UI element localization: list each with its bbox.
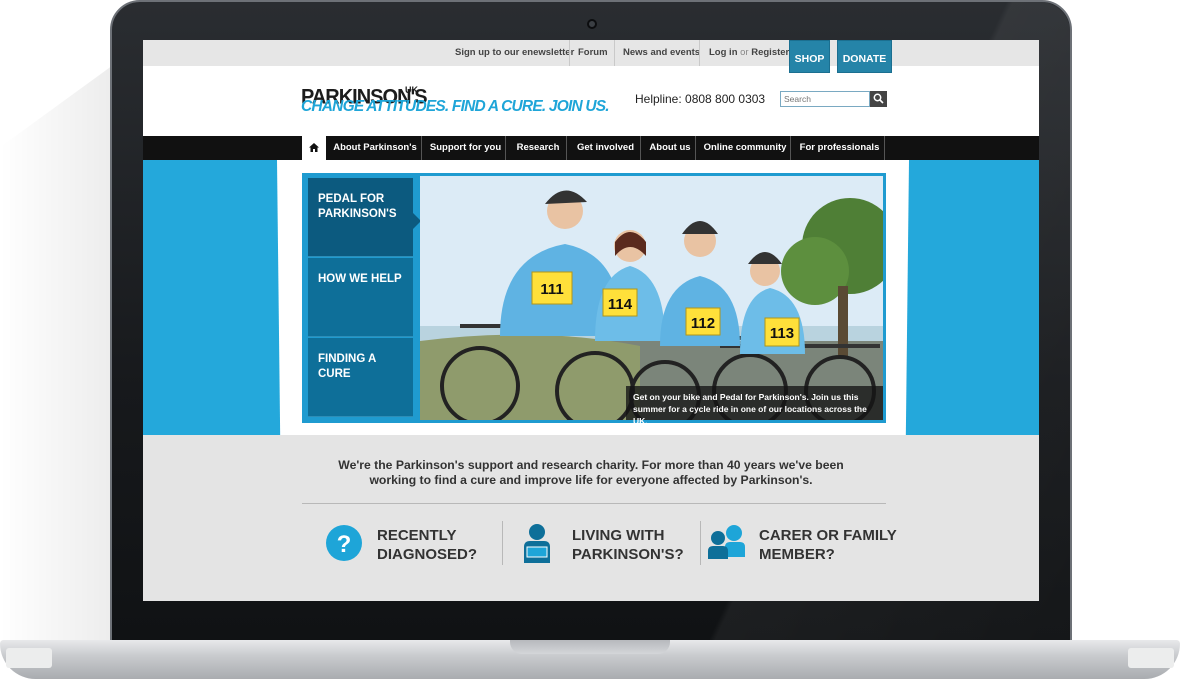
laptop-frame: Sign up to our enewsletter Forum News an… <box>0 0 1180 679</box>
audience-label-line: DIAGNOSED? <box>377 546 478 563</box>
website-screen: Sign up to our enewsletter Forum News an… <box>143 40 1039 601</box>
bib-number: 112 <box>691 315 715 332</box>
laptop-foot-left <box>6 648 52 668</box>
audience-label-line: PARKINSON'S? <box>572 546 684 563</box>
hero-caption[interactable]: Get on your bike and Pedal for Parkinson… <box>626 386 883 426</box>
bib-number: 113 <box>770 325 794 342</box>
logo-uk: UK <box>405 85 418 95</box>
hero-tabs: PEDAL FOR PARKINSON'S HOW WE HELP FINDIN… <box>308 178 413 417</box>
nav-get-involved[interactable]: Get involved <box>571 136 641 160</box>
nav-online-community[interactable]: Online community <box>700 136 791 160</box>
bib-number: 111 <box>540 281 563 298</box>
nav-for-professionals[interactable]: For professionals <box>795 136 885 160</box>
audience-label-line: MEMBER? <box>759 546 835 563</box>
or-text: or <box>740 47 749 58</box>
helpline: Helpline: 0808 800 0303 <box>635 92 766 106</box>
hero-tab-pedal[interactable]: PEDAL FOR PARKINSON'S <box>308 178 413 257</box>
nav-about-us[interactable]: About us <box>645 136 696 160</box>
audience-label: CARER OR FAMILY MEMBER? <box>759 526 899 564</box>
news-events-link[interactable]: News and events <box>623 40 700 66</box>
hero-tab-how-we-help[interactable]: HOW WE HELP <box>308 258 413 337</box>
nav-home[interactable] <box>302 136 326 160</box>
divider <box>614 40 615 66</box>
search-input[interactable] <box>780 91 870 107</box>
bib-number: 114 <box>608 296 633 313</box>
laptop-notch <box>510 640 670 654</box>
audience-label: RECENTLY DIAGNOSED? <box>377 526 517 564</box>
nav-support-for-you[interactable]: Support for you <box>426 136 506 160</box>
logo-tagline: CHANGE ATTITUDES. FIND A CURE. JOIN US. <box>301 98 610 115</box>
donate-button[interactable]: DONATE <box>837 40 892 73</box>
divider <box>502 521 503 565</box>
hero-tab-finding-a-cure[interactable]: FINDING A CURE <box>308 338 413 417</box>
audience-label-line: RECENTLY <box>377 527 457 544</box>
family-icon <box>708 525 745 559</box>
shop-button[interactable]: SHOP <box>789 40 830 73</box>
nav-about-parkinsons[interactable]: About Parkinson's <box>329 136 422 160</box>
laptop-foot-right <box>1128 648 1174 668</box>
login-link[interactable]: Log in <box>709 47 738 58</box>
search-icon <box>873 93 884 104</box>
divider <box>699 40 700 66</box>
utility-bar: Sign up to our enewsletter Forum News an… <box>143 40 1039 66</box>
laptop-shadow <box>0 60 120 642</box>
svg-text:?: ? <box>337 531 352 558</box>
intro-text: We're the Parkinson's support and resear… <box>338 458 844 487</box>
register-link[interactable]: Register <box>751 47 789 58</box>
hero-photo-cyclists[interactable]: 111 114 112 113 <box>420 176 883 420</box>
cyclists-illustration: 111 114 112 113 <box>420 176 883 420</box>
audience-label-line: CARER OR FAMILY <box>759 527 897 544</box>
search-button[interactable] <box>870 91 887 107</box>
audience-label: LIVING WITH PARKINSON'S? <box>572 526 712 564</box>
forum-link[interactable]: Forum <box>578 40 608 66</box>
divider <box>569 40 570 66</box>
webcam-icon <box>587 19 597 29</box>
question-icon: ? <box>326 525 362 561</box>
newsletter-link[interactable]: Sign up to our enewsletter <box>455 40 574 66</box>
nav-research[interactable]: Research <box>510 136 567 160</box>
divider <box>302 503 886 504</box>
login-register-group: Log in or Register <box>709 40 789 66</box>
person-reading-icon <box>524 524 550 563</box>
audience-label-line: LIVING WITH <box>572 527 665 544</box>
home-icon <box>309 143 319 152</box>
divider <box>700 521 701 565</box>
